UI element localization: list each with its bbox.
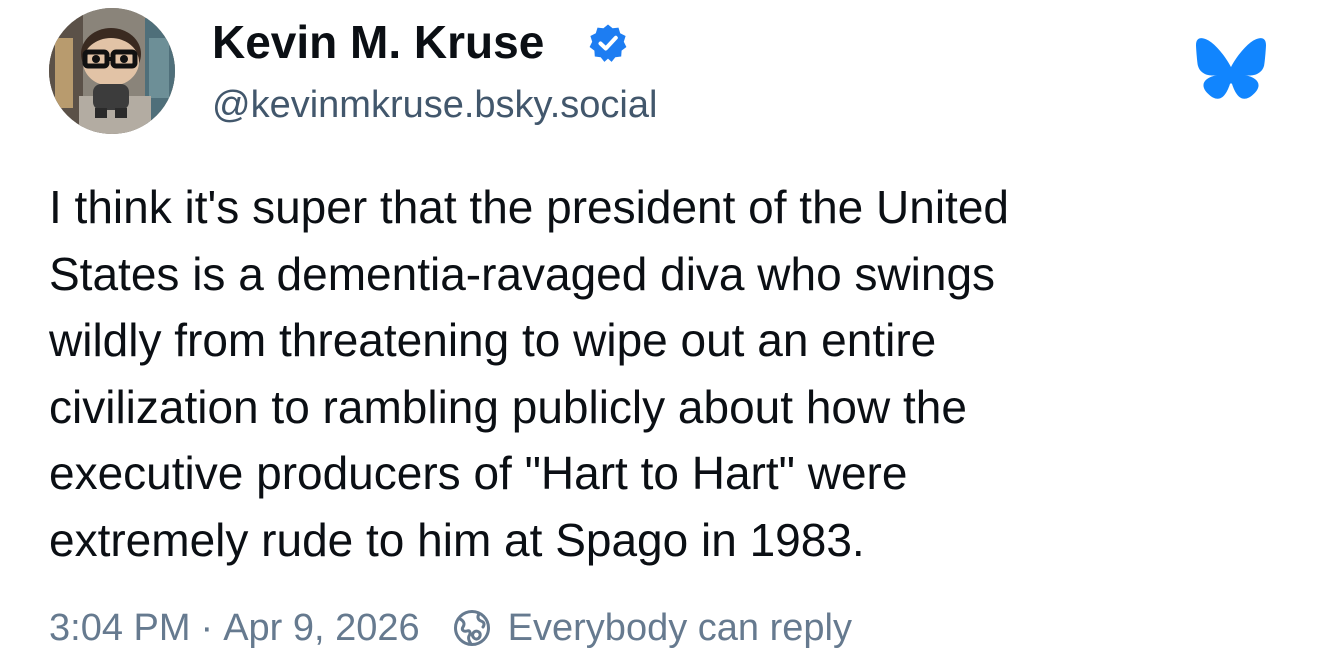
post-text-line: States is a dementia-ravaged diva who sw… bbox=[49, 247, 996, 300]
post-text-line: civilization to rambling publicly about … bbox=[49, 380, 967, 433]
post-time[interactable]: 3:04 PM bbox=[49, 600, 191, 656]
reply-settings[interactable]: Everybody can reply bbox=[452, 600, 852, 656]
meta-separator: · bbox=[200, 607, 214, 649]
reply-settings-label: Everybody can reply bbox=[507, 607, 852, 649]
post-text-line: wildly from threatening to wipe out an e… bbox=[49, 314, 937, 366]
post-card: Kevin M. Kruse @kevinmkruse.bsky.social … bbox=[0, 0, 1320, 657]
post-text: I think it's super that the president of… bbox=[49, 174, 1279, 573]
author-handle[interactable]: @kevinmkruse.bsky.social bbox=[212, 80, 657, 130]
verified-check-icon bbox=[589, 24, 627, 62]
post-date[interactable]: Apr 9, 2026 bbox=[223, 600, 419, 656]
globe-icon bbox=[453, 610, 490, 646]
post-text-line: extremely rude to him at Spago in 1983. bbox=[49, 513, 865, 566]
post-text-line: executive producers of "Hart to Hart" we… bbox=[49, 447, 908, 499]
author-avatar[interactable] bbox=[49, 8, 175, 134]
avatar-image bbox=[49, 8, 175, 134]
author-display-name[interactable]: Kevin M. Kruse bbox=[212, 14, 544, 70]
post-text-line: I think it's super that the president of… bbox=[49, 181, 1010, 233]
bluesky-butterfly-icon[interactable] bbox=[1196, 38, 1266, 102]
post-metadata: 3:04 PM · Apr 9, 2026 Everybody can repl… bbox=[49, 600, 852, 656]
